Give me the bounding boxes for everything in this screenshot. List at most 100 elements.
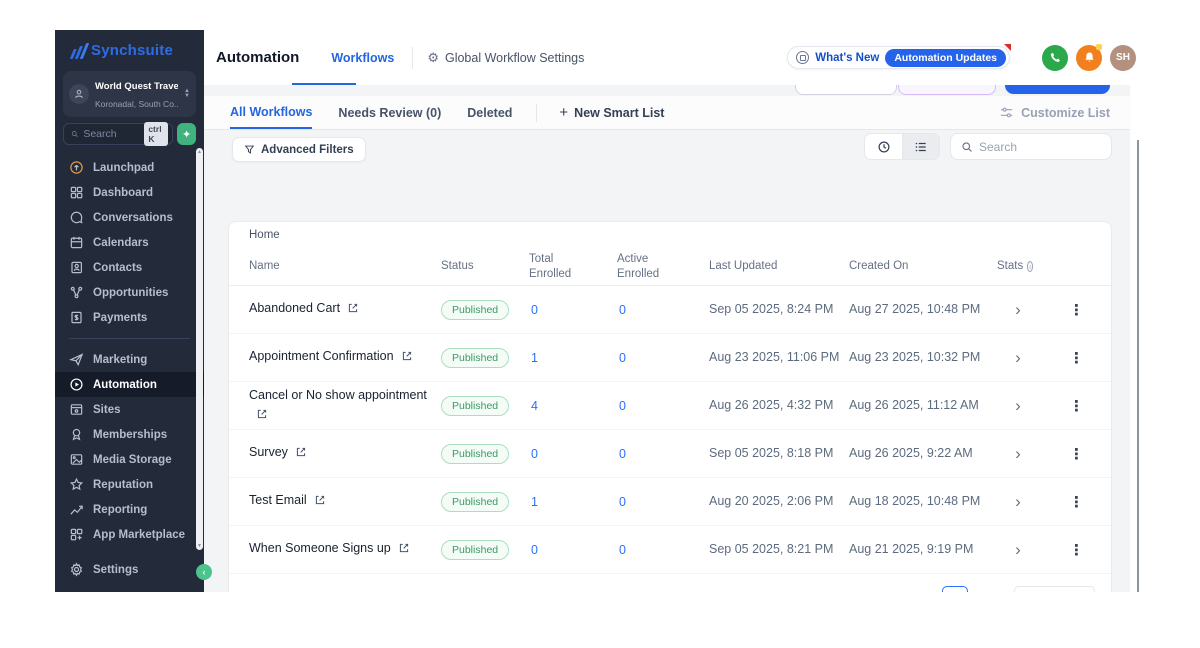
row-expand-chevron[interactable]: › bbox=[997, 492, 1053, 512]
partial-button-secondary[interactable] bbox=[898, 85, 996, 95]
total-enrolled-value[interactable]: 0 bbox=[529, 303, 617, 317]
list-view-button[interactable] bbox=[902, 134, 939, 159]
header-divider bbox=[412, 46, 414, 69]
active-enrolled-value[interactable]: 0 bbox=[617, 399, 709, 413]
history-view-button[interactable] bbox=[865, 134, 902, 159]
table-search[interactable] bbox=[950, 133, 1112, 160]
row-menu-kebab[interactable]: ⋮ bbox=[1053, 397, 1111, 415]
workflow-name-link[interactable]: Test Email bbox=[249, 493, 307, 507]
sidebar-item-opportunities[interactable]: Opportunities bbox=[55, 280, 204, 305]
tab-deleted[interactable]: Deleted bbox=[467, 96, 512, 129]
workflow-name-link[interactable]: When Someone Signs up bbox=[249, 541, 391, 555]
brand-logo[interactable]: Synchsuite bbox=[55, 30, 204, 69]
row-menu-kebab[interactable]: ⋮ bbox=[1053, 301, 1111, 319]
phone-button[interactable] bbox=[1042, 44, 1068, 71]
sidebar-item-dashboard[interactable]: Dashboard bbox=[55, 180, 204, 205]
sidebar-item-marketing[interactable]: Marketing bbox=[55, 347, 204, 372]
active-enrolled-value[interactable]: 0 bbox=[617, 351, 709, 365]
active-enrolled-value[interactable]: 0 bbox=[617, 495, 709, 509]
table-row[interactable]: Appointment Confirmation Published 1 0 A… bbox=[229, 334, 1111, 382]
sidebar-item-media-storage[interactable]: Media Storage bbox=[55, 447, 204, 472]
row-expand-chevron[interactable]: › bbox=[997, 540, 1053, 560]
total-enrolled-value[interactable]: 1 bbox=[529, 351, 617, 365]
total-enrolled-value[interactable]: 4 bbox=[529, 399, 617, 413]
table-row[interactable]: Abandoned Cart Published 0 0 Sep 05 2025… bbox=[229, 286, 1111, 334]
tab-all-workflows[interactable]: All Workflows bbox=[230, 96, 313, 129]
sidebar-item-conversations[interactable]: Conversations bbox=[55, 205, 204, 230]
row-expand-chevron[interactable]: › bbox=[997, 444, 1053, 464]
shortcut-badge: ctrl K bbox=[144, 122, 169, 146]
external-link-icon[interactable] bbox=[347, 301, 359, 320]
row-expand-chevron[interactable]: › bbox=[997, 396, 1053, 416]
calendars-icon bbox=[70, 236, 83, 249]
notifications-button[interactable] bbox=[1076, 43, 1102, 71]
row-menu-kebab[interactable]: ⋮ bbox=[1053, 349, 1111, 367]
row-expand-chevron[interactable]: › bbox=[997, 300, 1053, 320]
sidebar-item-app-marketplace[interactable]: App Marketplace bbox=[55, 522, 204, 547]
advanced-filters-button[interactable]: Advanced Filters bbox=[232, 137, 366, 162]
total-enrolled-value[interactable]: 1 bbox=[529, 495, 617, 509]
sidebar-search[interactable]: ctrl K bbox=[63, 122, 174, 146]
partial-button-primary[interactable] bbox=[1005, 85, 1110, 94]
sidebar-item-contacts[interactable]: Contacts bbox=[55, 255, 204, 280]
sidebar-item-settings[interactable]: Settings bbox=[55, 557, 204, 582]
whats-new-pill[interactable]: What's New Automation Updates bbox=[787, 44, 1011, 69]
tab-needs-review[interactable]: Needs Review (0) bbox=[338, 96, 441, 129]
row-menu-kebab[interactable]: ⋮ bbox=[1053, 493, 1111, 511]
table-search-input[interactable] bbox=[979, 139, 1089, 154]
external-link-icon[interactable] bbox=[256, 407, 268, 426]
new-smart-list-button[interactable]: + New Smart List bbox=[559, 104, 664, 121]
table-row[interactable]: Survey Published 0 0 Sep 05 2025, 8:18 P… bbox=[229, 430, 1111, 478]
sidebar-item-sites[interactable]: Sites bbox=[55, 397, 204, 422]
sidebar-scrollbar[interactable]: ▲ ▼ bbox=[196, 148, 203, 550]
customize-list-button[interactable]: Customize List bbox=[999, 105, 1110, 120]
sidebar-item-launchpad[interactable]: Launchpad bbox=[55, 155, 204, 180]
user-avatar[interactable]: SH bbox=[1110, 44, 1136, 71]
sidebar-nav: Launchpad Dashboard Conversations Calend… bbox=[55, 155, 204, 547]
partial-button-ghost[interactable] bbox=[795, 85, 897, 95]
sidebar-item-label: Memberships bbox=[93, 428, 168, 441]
workflow-name-link[interactable]: Abandoned Cart bbox=[249, 301, 340, 315]
previous-page-button[interactable]: Previous bbox=[884, 592, 933, 593]
row-menu-kebab[interactable]: ⋮ bbox=[1053, 541, 1111, 559]
ai-assistant-button[interactable]: ✦ bbox=[177, 123, 196, 145]
global-workflow-settings-link[interactable]: ⚙ Global Workflow Settings bbox=[427, 50, 584, 66]
window-scrollbar[interactable] bbox=[1137, 140, 1139, 592]
external-link-icon[interactable] bbox=[398, 541, 410, 560]
scroll-up-icon[interactable]: ▲ bbox=[197, 149, 202, 155]
active-enrolled-value[interactable]: 0 bbox=[617, 543, 709, 557]
workflow-name-link[interactable]: Cancel or No show appointment bbox=[249, 388, 427, 402]
account-switcher[interactable]: World Quest Travel ... Koronadal, South … bbox=[63, 71, 196, 117]
workflow-name-link[interactable]: Survey bbox=[249, 445, 288, 459]
sidebar-item-payments[interactable]: Payments bbox=[55, 305, 204, 330]
external-link-icon[interactable] bbox=[295, 445, 307, 464]
active-enrolled-value[interactable]: 0 bbox=[617, 447, 709, 461]
sidebar-item-memberships[interactable]: Memberships bbox=[55, 422, 204, 447]
breadcrumb[interactable]: Home bbox=[229, 222, 1111, 248]
page-size-select[interactable]: 10 / page bbox=[1014, 585, 1095, 592]
table-row[interactable]: Cancel or No show appointment Published … bbox=[229, 382, 1111, 430]
sidebar-item-automation[interactable]: Automation bbox=[55, 372, 204, 397]
total-enrolled-value[interactable]: 0 bbox=[529, 447, 617, 461]
sidebar-search-input[interactable] bbox=[83, 128, 140, 140]
external-link-icon[interactable] bbox=[401, 349, 413, 368]
automation-updates-badge[interactable]: Automation Updates bbox=[885, 48, 1006, 67]
sidebar-item-label: Sites bbox=[93, 403, 121, 416]
page-number-button[interactable]: 1 bbox=[942, 585, 969, 592]
row-expand-chevron[interactable]: › bbox=[997, 348, 1053, 368]
scroll-down-icon[interactable]: ▼ bbox=[197, 543, 202, 549]
active-enrolled-value[interactable]: 0 bbox=[617, 303, 709, 317]
row-menu-kebab[interactable]: ⋮ bbox=[1053, 445, 1111, 463]
sidebar-item-reputation[interactable]: Reputation bbox=[55, 472, 204, 497]
table-row[interactable]: When Someone Signs up Published 0 0 Sep … bbox=[229, 526, 1111, 574]
sidebar-item-reporting[interactable]: Reporting bbox=[55, 497, 204, 522]
external-link-icon[interactable] bbox=[314, 493, 326, 512]
tab-workflows[interactable]: Workflows bbox=[331, 51, 394, 65]
workflow-name-link[interactable]: Appointment Confirmation bbox=[249, 349, 394, 363]
next-page-button[interactable]: Next bbox=[978, 592, 1004, 593]
total-enrolled-value[interactable]: 0 bbox=[529, 543, 617, 557]
sidebar-collapse-button[interactable]: ‹ bbox=[196, 564, 212, 580]
created-on-value: Aug 26 2025, 11:12 AM bbox=[849, 398, 979, 413]
table-row[interactable]: Test Email Published 1 0 Aug 20 2025, 2:… bbox=[229, 478, 1111, 526]
sidebar-item-calendars[interactable]: Calendars bbox=[55, 230, 204, 255]
